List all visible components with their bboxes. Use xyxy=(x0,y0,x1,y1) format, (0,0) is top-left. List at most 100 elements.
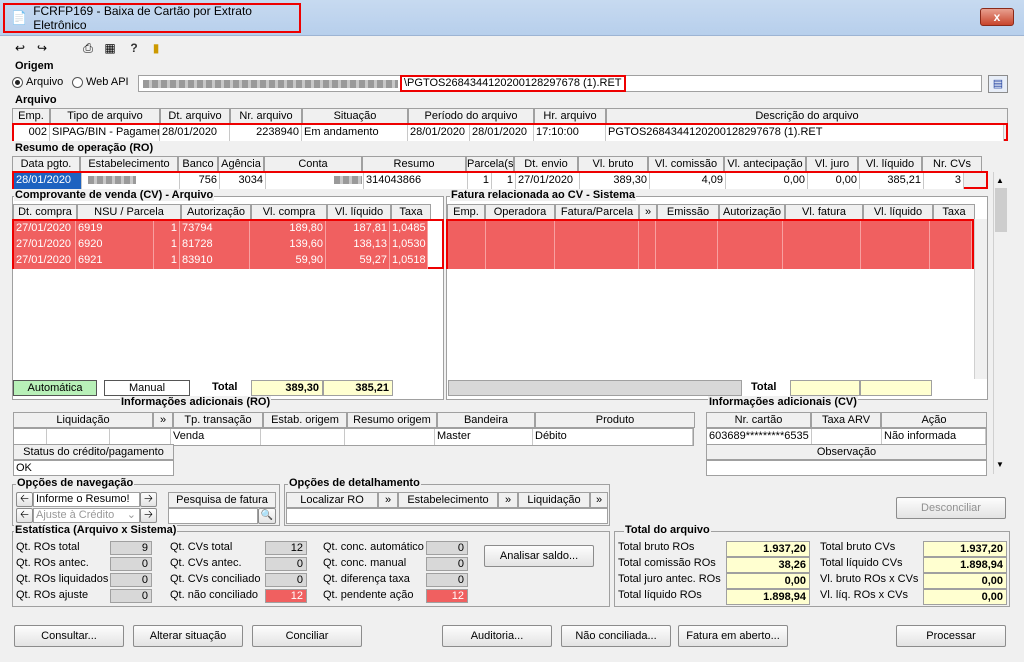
fatura-aberto-button[interactable]: Fatura em aberto... xyxy=(678,625,788,647)
ro-cell: 0,00 xyxy=(808,173,860,189)
pesquisa-fatura-input[interactable] xyxy=(168,508,258,524)
arquivo-row[interactable]: 002SIPAG/BIN - Pagamentos28/01/202022389… xyxy=(12,123,1008,141)
conciliar-button[interactable]: Conciliar xyxy=(252,625,362,647)
arquivo-header: Emp. Tipo de arquivo Dt. arquivo Nr. arquiv… xyxy=(12,108,1008,124)
ro-cell xyxy=(266,173,364,189)
info-cv-cell xyxy=(812,429,882,445)
fatura-col-header: Emp. xyxy=(447,204,485,220)
localizar-expand[interactable]: » xyxy=(378,492,398,508)
processar-button[interactable]: Processar xyxy=(896,625,1006,647)
cv-cell: 1 xyxy=(154,253,180,269)
total-value: 1.937,20 xyxy=(923,541,1007,557)
main-scrollbar[interactable]: ▲ ▼ xyxy=(993,172,1009,474)
detalhe-values[interactable] xyxy=(286,508,608,524)
print-icon[interactable]: ⎙ xyxy=(80,40,96,56)
window-title-text: FCRFP169 - Baixa de Cartão por Extrato E… xyxy=(33,4,252,32)
fatura-cell xyxy=(930,237,973,253)
info-ro-header: Liquidação» Tp. transação Estab. origem Res… xyxy=(13,412,695,428)
radio-webapi[interactable]: Web API xyxy=(72,76,129,88)
arquivo-cell: PGTOS26843441202001282976​78 (1).RET xyxy=(606,125,1004,141)
fatura-col-header: Emissão xyxy=(657,204,719,220)
analisar-saldo-button[interactable]: Analisar saldo... xyxy=(484,545,594,567)
estat-label: Qt. CVs antec. xyxy=(170,557,242,569)
info-cv-cell: Não informada xyxy=(882,429,986,445)
ro-row[interactable]: 28/01/2020 756 3034 314043866 1 1 27/01/2020 38… xyxy=(12,171,988,189)
scroll-up-icon[interactable]: ▲ xyxy=(996,176,1004,185)
arquivo-col-header: Dt. arquivo xyxy=(160,108,230,124)
estat-value: 0 xyxy=(110,557,152,571)
search-icon[interactable]: 🔍 xyxy=(258,508,276,524)
total-label: Total juro antec. ROs xyxy=(618,573,721,585)
redacted-value xyxy=(88,176,136,185)
nao-conciliada-button[interactable]: Não conciliada... xyxy=(561,625,671,647)
estat-value: 12 xyxy=(265,589,307,603)
fatura-cell xyxy=(638,253,657,269)
total-label: Total bruto ROs xyxy=(618,541,695,553)
arquivo-cell: 28/01/2020 xyxy=(408,125,470,141)
cv-table-row[interactable]: 27/01/2020 6920 1 81728 139,60 138,13 1,0530 xyxy=(14,237,442,253)
estab-expand[interactable]: » xyxy=(498,492,518,508)
total-value: 0,00 xyxy=(726,573,810,589)
fatura-table-row[interactable] xyxy=(448,253,973,269)
manual-legend: Manual xyxy=(104,380,190,396)
fatura-total-fatura xyxy=(790,380,860,396)
consultar-button[interactable]: Consultar... xyxy=(14,625,124,647)
fatura-cell xyxy=(656,237,718,253)
cv-cell: 27/01/2020 xyxy=(14,221,76,237)
cv-table-row[interactable]: 27/01/2020 6921 1 83910 59,90 59,27 1,0518 xyxy=(14,253,442,269)
auditoria-button[interactable]: Auditoria... xyxy=(442,625,552,647)
fatura-table-row[interactable] xyxy=(448,237,973,253)
info-ro-cell xyxy=(261,429,345,445)
browse-file-icon[interactable]: ▤ xyxy=(988,75,1008,93)
info-ro-col-header: Produto xyxy=(535,412,695,428)
fatura-cell xyxy=(485,221,556,237)
fatura-cell xyxy=(485,237,556,253)
cv-cell: 138,13 xyxy=(326,237,390,253)
scroll-down-icon[interactable]: ▼ xyxy=(996,460,1004,469)
cv-rows: 27/01/2020 6919 1 73794 189,80 187,81 1,0485 27… xyxy=(12,219,444,269)
fatura-scrollbar[interactable] xyxy=(974,219,987,379)
desconciliar-button[interactable]: Desconciliar xyxy=(896,497,1006,519)
scroll-thumb[interactable] xyxy=(995,188,1007,232)
ajuste-credito-select[interactable]: Ajuste à Crédito ⌄ xyxy=(33,508,140,523)
detalhe-label: Opções de detalhamento xyxy=(288,477,421,489)
informe-resumo-field[interactable]: Informe o Resumo! xyxy=(33,492,140,507)
close-button[interactable]: x xyxy=(980,8,1014,26)
cv-cell: 73794 xyxy=(180,221,250,237)
cv-cell: 1,0530 xyxy=(390,237,428,253)
arquivo-col-header: Hr. arquivo xyxy=(534,108,606,124)
total-value: 1.898,94 xyxy=(726,589,810,605)
info-ro-cell xyxy=(47,429,110,445)
fatura-table-row[interactable] xyxy=(448,221,973,237)
cv-cell: 83910 xyxy=(180,253,250,269)
exit-door-icon[interactable]: ▮ xyxy=(148,40,164,56)
estat-group xyxy=(12,531,610,607)
observacao-field[interactable] xyxy=(706,460,987,476)
help-icon[interactable]: ? xyxy=(126,40,142,56)
automatica-legend: Automática xyxy=(13,380,97,396)
estat-label: Qt. ROs total xyxy=(16,541,80,553)
total-label: Vl. bruto ROs x CVs xyxy=(820,573,919,585)
estat-value: 12 xyxy=(265,541,307,555)
info-ro-cell: Master xyxy=(435,429,533,445)
back-icon[interactable]: ↩ xyxy=(12,40,28,56)
ro-cell xyxy=(82,173,180,189)
ro-col-header: Vl. antecipação xyxy=(724,156,806,172)
cv-cell: 81728 xyxy=(180,237,250,253)
liquidacao-expand[interactable]: » xyxy=(590,492,608,508)
radio-arquivo[interactable]: Arquivo xyxy=(12,76,63,88)
fatura-hscroll[interactable] xyxy=(448,380,742,396)
total-label: Total comissão ROs xyxy=(618,557,716,569)
forward-icon[interactable]: ↪ xyxy=(34,40,50,56)
cv-table-row[interactable]: 27/01/2020 6919 1 73794 189,80 187,81 1,0485 xyxy=(14,221,442,237)
nav-prev-icon[interactable]: 🡠 xyxy=(16,492,33,507)
calculator-icon[interactable]: ▦ xyxy=(102,40,118,56)
arquivo-cell: 002 xyxy=(14,125,50,141)
cv-header: Dt. compra NSU / Parcela Autorização Vl. co… xyxy=(13,204,431,220)
ajuste-prev-icon[interactable]: 🡠 xyxy=(16,508,33,523)
ajuste-next-icon[interactable]: 🡢 xyxy=(140,508,157,523)
nav-next-icon[interactable]: 🡢 xyxy=(140,492,157,507)
alterar-situacao-button[interactable]: Alterar situação xyxy=(133,625,243,647)
fatura-cell xyxy=(717,237,784,253)
total-value: 0,00 xyxy=(923,589,1007,605)
